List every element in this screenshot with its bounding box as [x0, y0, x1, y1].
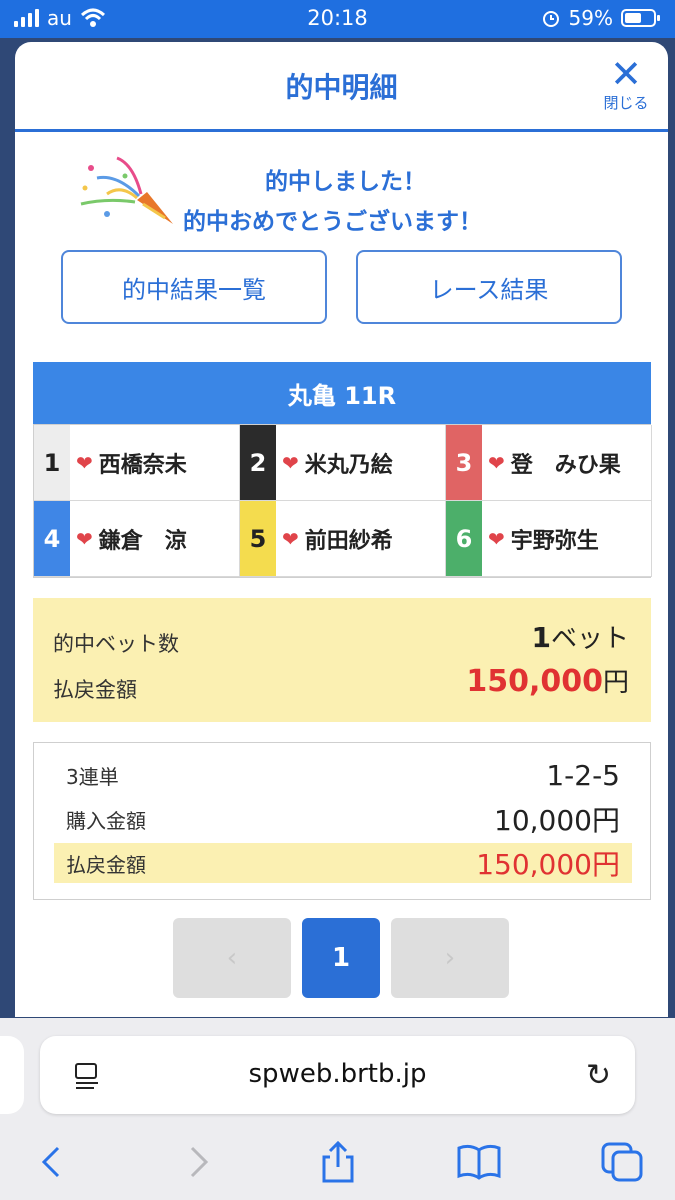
entry-cell: 6 ❤ 宇野弥生: [446, 501, 652, 577]
congrats-message: 的中おめでとうございます！: [183, 209, 482, 235]
entry-cell: 1 ❤ 西橋奈未: [34, 425, 240, 501]
heart-icon: ❤: [76, 450, 93, 475]
status-bar: au 20:18 59%: [0, 0, 675, 38]
bet-type-row: 3連単 1-2-5: [54, 755, 632, 795]
close-icon: ✕: [610, 52, 642, 96]
payout-summary: 的中ベット数 1ベット 払戻金額 150,000円: [33, 598, 651, 722]
payout-value: 150,000円: [466, 662, 629, 699]
hit-bets-unit: ベット: [550, 624, 629, 654]
boat-number: 5: [240, 501, 276, 576]
hit-bets-count: 1: [531, 621, 551, 654]
racer-name: 登 みひ果: [510, 452, 621, 478]
boat-number: 4: [34, 501, 70, 576]
purchase-row: 購入金額 10,000円: [54, 799, 632, 839]
book-icon: [457, 1144, 501, 1180]
race-results-button[interactable]: レース結果: [356, 250, 622, 324]
alarm-icon: [542, 11, 559, 27]
congrats-heading: 的中しました！: [265, 169, 426, 195]
tabs-button[interactable]: [598, 1140, 646, 1184]
hit-bets-value: 1ベット: [532, 618, 630, 655]
battery-percent: 59%: [568, 6, 613, 30]
detail-payout-label: 払戻金額: [66, 852, 146, 877]
tabs-icon: [601, 1142, 643, 1182]
party-popper-icon: [80, 156, 173, 224]
payout-amount: 150,000: [466, 664, 603, 699]
url-text: spweb.brtb.jp: [248, 1059, 427, 1089]
hit-results-list-button[interactable]: 的中結果一覧: [61, 250, 327, 324]
bet-type: 3連単: [66, 764, 119, 789]
pager-prev-button[interactable]: ‹: [173, 918, 291, 998]
detail-payout-value: 150,000円: [476, 848, 620, 881]
previous-tab-peek[interactable]: [0, 1036, 24, 1114]
chevron-right-icon: [190, 1146, 209, 1178]
close-button[interactable]: ✕ 閉じる: [598, 52, 654, 113]
racer-name: 前田紗希: [304, 528, 393, 554]
heart-icon: ❤: [76, 526, 93, 551]
entry-cell: 4 ❤ 鎌倉 涼: [34, 501, 240, 577]
entry-cell: 2 ❤ 米丸乃絵: [240, 425, 446, 501]
status-right: 59%: [541, 6, 661, 30]
heart-icon: ❤: [488, 450, 505, 475]
modal-header: 的中明細 ✕ 閉じる: [15, 42, 668, 132]
back-button[interactable]: [28, 1140, 76, 1184]
share-icon: [322, 1141, 354, 1183]
bet-detail: 3連単 1-2-5 購入金額 10,000円 払戻金額 150,000円: [33, 742, 651, 900]
boat-number: 6: [446, 501, 482, 576]
congrats-section: 的中しました！ 的中おめでとうございます！: [15, 132, 668, 242]
hit-details-modal: 的中明細 ✕ 閉じる 的中しました！ 的中おめでとうございます！ 的中結果一覧 …: [15, 42, 668, 1017]
bookmarks-button[interactable]: [455, 1140, 503, 1184]
reload-icon[interactable]: ↻: [586, 1058, 611, 1093]
hit-bets-label: 的中ベット数: [53, 632, 179, 656]
close-label: 閉じる: [603, 94, 649, 112]
race-title-bar: 丸亀 11R: [33, 362, 651, 424]
purchase-value: 10,000円: [494, 804, 620, 837]
pager-current-page[interactable]: 1: [302, 918, 380, 998]
heart-icon: ❤: [282, 526, 299, 551]
entry-cell: 3 ❤ 登 みひ果: [446, 425, 652, 501]
entry-grid: 1 ❤ 西橋奈未 2 ❤ 米丸乃絵 3 ❤ 登 みひ果 4 ❤ 鎌倉 涼 5 ❤…: [33, 424, 652, 578]
bet-combination: 1-2-5: [546, 758, 620, 792]
boat-number: 3: [446, 425, 482, 500]
racer-name: 米丸乃絵: [304, 452, 393, 478]
share-button[interactable]: [314, 1140, 362, 1184]
address-bar[interactable]: spweb.brtb.jp ↻: [40, 1036, 635, 1114]
heart-icon: ❤: [488, 526, 505, 551]
payout-unit: 円: [602, 668, 629, 698]
battery-icon: [621, 9, 660, 27]
racer-name: 宇野弥生: [510, 528, 599, 554]
forward-button[interactable]: [174, 1140, 222, 1184]
detail-payout-row: 払戻金額 150,000円: [54, 843, 632, 883]
heart-icon: ❤: [282, 450, 299, 475]
pager-next-button[interactable]: ›: [391, 918, 509, 998]
boat-number: 1: [34, 425, 70, 500]
entry-cell: 5 ❤ 前田紗希: [240, 501, 446, 577]
racer-name: 鎌倉 涼: [98, 528, 187, 554]
purchase-label: 購入金額: [66, 808, 146, 833]
boat-number: 2: [240, 425, 276, 500]
browser-bottom-bar: spweb.brtb.jp ↻: [0, 1018, 675, 1200]
payout-label: 払戻金額: [53, 678, 137, 702]
modal-title: 的中明細: [285, 71, 398, 104]
chevron-left-icon: [41, 1146, 60, 1178]
racer-name: 西橋奈未: [98, 452, 187, 478]
